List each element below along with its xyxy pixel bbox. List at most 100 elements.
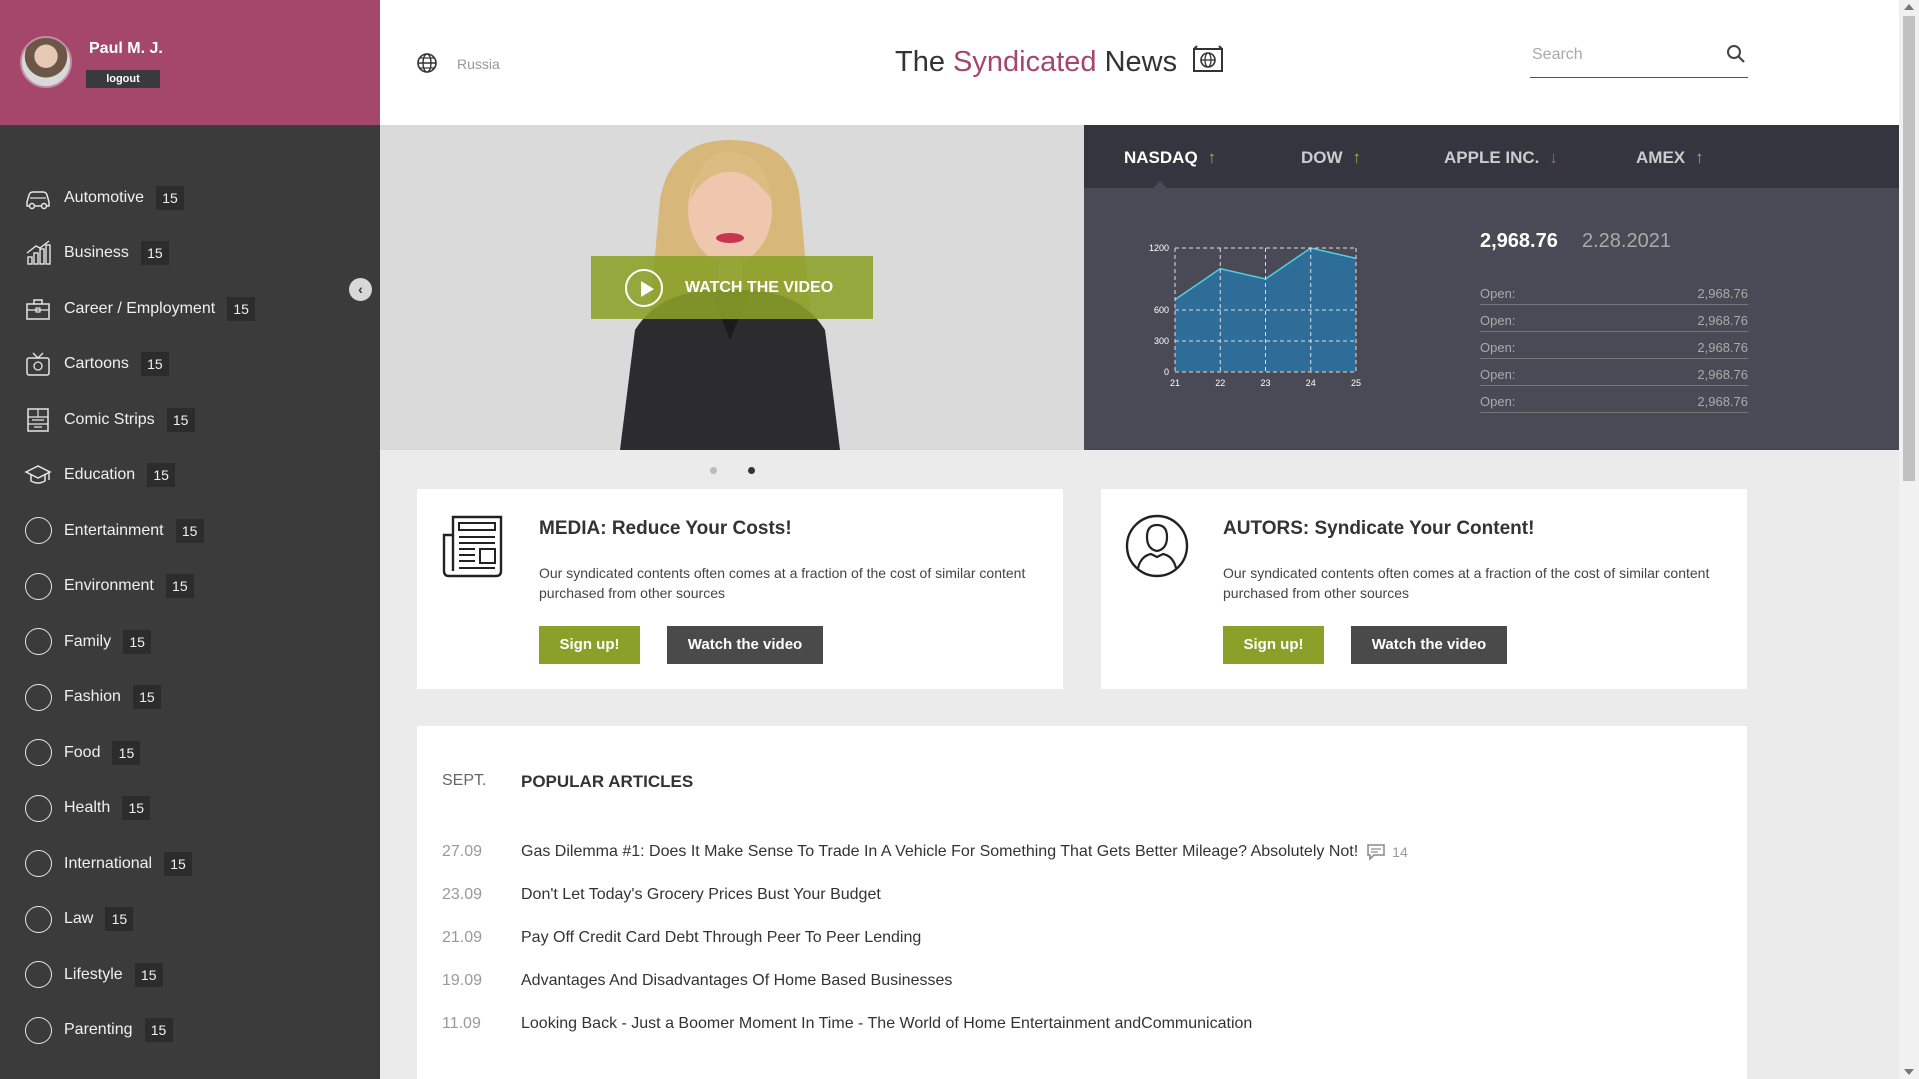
user-panel: Paul M. J. logout (0, 0, 380, 125)
count-badge: 15 (140, 241, 169, 266)
stock-row-label: Open: (1480, 367, 1516, 382)
stock-row: Open: 2,968.76 (1480, 278, 1748, 305)
count-badge: 15 (134, 962, 163, 987)
sidebar-item-career-employment[interactable]: Career / Employment 15 (0, 281, 340, 337)
scroll-down-arrow[interactable] (1904, 1069, 1914, 1075)
sidebar-item-law[interactable]: Law 15 (0, 892, 340, 948)
month-label: SEPT. (442, 772, 487, 789)
sidebar-item-business[interactable]: Business 15 (0, 226, 340, 282)
stock-row-value: 2,968.76 (1697, 313, 1748, 328)
stock-row-label: Open: (1480, 313, 1516, 328)
newspaper-globe-icon (1193, 45, 1224, 72)
circle-icon (24, 905, 52, 933)
sidebar-item-lifestyle[interactable]: Lifestyle 15 (0, 947, 340, 1003)
popular-articles: SEPT. POPULAR ARTICLES 27.09 Gas Dilemma… (417, 726, 1747, 1079)
sidebar-item-cartoons[interactable]: Cartoons 15 (0, 337, 340, 393)
search-input[interactable] (1532, 46, 1712, 64)
sidebar-item-label: Law (64, 910, 94, 928)
play-icon (625, 268, 663, 307)
sidebar-item-food[interactable]: Food 15 (0, 725, 340, 781)
article-row[interactable]: 19.09 Advantages And Disadvantages Of Ho… (442, 969, 952, 993)
signup-button[interactable]: Sign up! (539, 626, 640, 664)
tab-apple[interactable]: APPLE INC. ↓ (1444, 148, 1558, 168)
card-description: Our syndicated contents often comes at a… (1223, 565, 1710, 601)
sidebar-item-education[interactable]: Education 15 (0, 448, 340, 504)
stock-tabs: NASDAQ ↑ DOW ↑ APPLE INC. ↓ AMEX ↑ (1084, 125, 1899, 189)
watch-video-button[interactable]: WATCH THE VIDEO (591, 256, 873, 319)
watch-video-button[interactable]: Watch the video (1351, 626, 1507, 664)
x-tick-label: 24 (1306, 378, 1316, 388)
y-tick-label: 1200 (1149, 243, 1169, 253)
circle-icon (24, 739, 52, 767)
circle-icon (24, 683, 52, 711)
arrow-down-icon: ↓ (1549, 148, 1558, 167)
sidebar-item-label: International (64, 854, 153, 872)
watch-video-button[interactable]: Watch the video (667, 626, 823, 664)
sidebar-item-family[interactable]: Family 15 (0, 614, 340, 670)
tab-dow[interactable]: DOW ↑ (1301, 148, 1361, 168)
tab-nasdaq[interactable]: NASDAQ ↑ (1124, 148, 1216, 168)
logout-button[interactable]: logout (86, 70, 160, 88)
sidebar-item-label: Business (64, 244, 129, 262)
scroll-thumb[interactable] (1903, 16, 1915, 481)
sidebar-item-automotive[interactable]: Automotive 15 (0, 170, 340, 226)
sidebar-item-environment[interactable]: Environment 15 (0, 559, 340, 615)
stock-row: Open: 2,968.76 (1480, 305, 1748, 332)
article-row[interactable]: 23.09 Don't Let Today's Grocery Prices B… (442, 883, 881, 907)
circle-icon (24, 628, 52, 656)
page-scrollbar[interactable] (1899, 0, 1919, 1079)
x-tick-label: 21 (1170, 378, 1180, 388)
sidebar-item-label: Fashion (64, 688, 121, 706)
circle-icon (24, 850, 52, 878)
count-badge: 15 (165, 574, 194, 599)
article-title[interactable]: Looking Back - Just a Boomer Moment In T… (521, 1015, 1252, 1033)
comment-icon[interactable] (1366, 843, 1386, 861)
globe-icon[interactable] (416, 52, 438, 74)
x-tick-label: 25 (1351, 378, 1361, 388)
search-icon[interactable] (1726, 44, 1746, 64)
sidebar-item-international[interactable]: International 15 (0, 836, 340, 892)
region-selector[interactable]: Russia (457, 56, 500, 72)
collapse-sidebar-button[interactable]: ‹ (349, 278, 372, 301)
site-title-syndicated: Syndicated (953, 46, 1097, 78)
circle-icon (24, 1016, 52, 1044)
sidebar-item-fashion[interactable]: Fashion 15 (0, 670, 340, 726)
card-title: MEDIA: Reduce Your Costs! (539, 518, 792, 539)
article-row[interactable]: 27.09 Gas Dilemma #1: Does It Make Sense… (442, 840, 1408, 864)
carousel-dot-2[interactable] (748, 467, 755, 474)
article-title[interactable]: Gas Dilemma #1: Does It Make Sense To Tr… (521, 843, 1358, 861)
avatar[interactable] (20, 36, 72, 88)
sidebar-item-comic-strips[interactable]: Comic Strips 15 (0, 392, 340, 448)
article-row[interactable]: 21.09 Pay Off Credit Card Debt Through P… (442, 926, 921, 950)
sidebar-item-parenting[interactable]: Parenting 15 (0, 1003, 340, 1059)
article-date: 27.09 (442, 843, 483, 860)
sidebar-item-label: Education (64, 466, 136, 484)
article-row[interactable]: 11.09 Looking Back - Just a Boomer Momen… (442, 1012, 1252, 1036)
scroll-up-arrow[interactable] (1904, 4, 1914, 10)
article-title[interactable]: Pay Off Credit Card Debt Through Peer To… (521, 929, 921, 947)
stock-rows: Open: 2,968.76 Open: 2,968.76 Open: 2,968.76 O… (1480, 278, 1748, 413)
stock-row: Open: 2,968.76 (1480, 332, 1748, 359)
sidebar-item-label: Health (64, 799, 111, 817)
comic-icon (24, 406, 52, 434)
car-icon (24, 184, 52, 212)
count-badge: 15 (147, 463, 176, 488)
graduation-cap-icon (24, 461, 52, 489)
site-title[interactable]: The Syndicated News (895, 45, 1225, 79)
tab-amex[interactable]: AMEX ↑ (1636, 148, 1704, 168)
sidebar-item-entertainment[interactable]: Entertainment 15 (0, 503, 340, 559)
stock-row: Open: 2,968.76 (1480, 359, 1748, 386)
article-title[interactable]: Don't Let Today's Grocery Prices Bust Yo… (521, 886, 881, 904)
count-badge: 15 (132, 685, 161, 710)
carousel-dot-1[interactable] (710, 467, 717, 474)
article-title[interactable]: Advantages And Disadvantages Of Home Bas… (521, 972, 952, 990)
signup-button[interactable]: Sign up! (1223, 626, 1324, 664)
x-tick-label: 23 (1260, 378, 1270, 388)
count-badge: 15 (166, 407, 195, 432)
search-box (1530, 40, 1748, 78)
count-badge: 15 (144, 1018, 173, 1043)
sidebar-item-health[interactable]: Health 15 (0, 781, 340, 837)
count-badge: 15 (164, 851, 193, 876)
sidebar-item-label: Career / Employment (64, 299, 216, 317)
sidebar-item-label: Comic Strips (64, 410, 155, 428)
